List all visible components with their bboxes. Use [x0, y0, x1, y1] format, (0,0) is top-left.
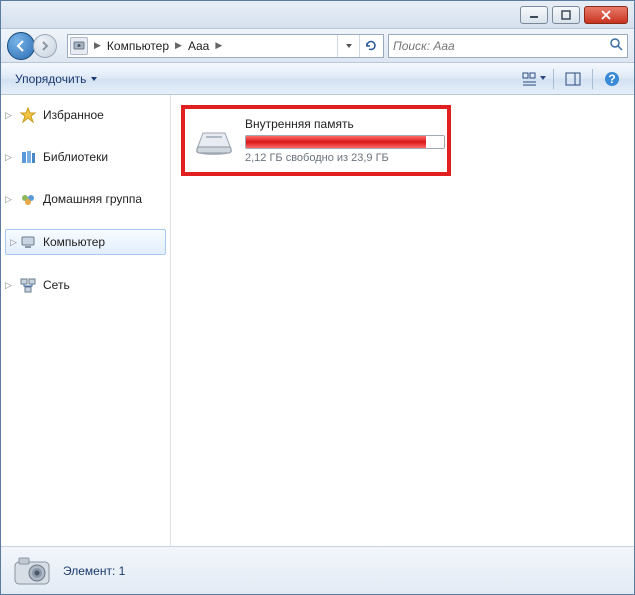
help-icon: ? — [604, 71, 620, 87]
network-icon — [19, 276, 37, 294]
close-icon — [600, 10, 612, 20]
history-dropdown[interactable] — [337, 35, 359, 57]
refresh-button[interactable] — [359, 35, 381, 57]
explorer-window: ▶ Компьютер ▶ Aaa ▶ Упорядочить — [0, 0, 635, 595]
navigation-pane: ▷ Избранное ▷ Библиотеки ▷ — [1, 95, 171, 546]
arrow-right-icon — [39, 40, 51, 52]
address-bar: ▶ Компьютер ▶ Aaa ▶ — [1, 29, 634, 63]
libraries-icon — [19, 148, 37, 166]
homegroup-icon — [19, 190, 37, 208]
device-icon — [70, 37, 88, 55]
camera-icon — [11, 552, 53, 590]
drive-info: Внутренняя память 2,12 ГБ свободно из 23… — [245, 117, 445, 164]
sidebar-label: Сеть — [43, 278, 70, 292]
star-icon — [19, 106, 37, 124]
preview-pane-button[interactable] — [559, 67, 587, 91]
sidebar-label: Домашняя группа — [43, 192, 142, 206]
nav-buttons — [7, 32, 63, 60]
toolbar: Упорядочить ? — [1, 63, 634, 95]
usage-bar — [245, 135, 445, 149]
computer-icon — [19, 233, 37, 251]
disclosure-icon: ▷ — [5, 110, 12, 121]
disclosure-icon: ▷ — [5, 194, 12, 205]
status-bar: Элемент: 1 — [1, 546, 634, 594]
sidebar-item-computer[interactable]: ▷ Компьютер — [5, 229, 166, 255]
disclosure-icon: ▷ — [5, 280, 12, 291]
view-icon — [522, 72, 538, 86]
chevron-right-icon[interactable]: ▶ — [92, 40, 103, 51]
separator — [592, 69, 593, 89]
search-icon — [609, 37, 623, 54]
separator — [553, 69, 554, 89]
maximize-icon — [561, 10, 571, 20]
sidebar-item-favorites[interactable]: ▷ Избранное — [1, 103, 170, 127]
maximize-button[interactable] — [552, 6, 580, 24]
sidebar-item-homegroup[interactable]: ▷ Домашняя группа — [1, 187, 170, 211]
content-area[interactable]: Внутренняя память 2,12 ГБ свободно из 23… — [171, 95, 634, 546]
svg-text:?: ? — [608, 72, 615, 86]
close-button[interactable] — [584, 6, 628, 24]
status-count: Элемент: 1 — [63, 564, 125, 578]
disclosure-icon: ▷ — [10, 237, 17, 248]
minimize-button[interactable] — [520, 6, 548, 24]
arrow-left-icon — [14, 39, 28, 53]
help-button[interactable]: ? — [598, 67, 626, 91]
titlebar — [1, 1, 634, 29]
chevron-right-icon[interactable]: ▶ — [213, 40, 224, 51]
search-box[interactable] — [388, 34, 628, 58]
view-options-button[interactable] — [520, 67, 548, 91]
drive-item[interactable]: Внутренняя память 2,12 ГБ свободно из 23… — [181, 105, 451, 176]
search-input[interactable] — [393, 39, 609, 53]
back-button[interactable] — [7, 32, 35, 60]
forward-button[interactable] — [33, 34, 57, 58]
usage-fill — [246, 136, 426, 148]
organize-button[interactable]: Упорядочить — [9, 68, 104, 90]
breadcrumb-bar[interactable]: ▶ Компьютер ▶ Aaa ▶ — [67, 34, 384, 58]
drive-name: Внутренняя память — [245, 117, 445, 131]
sidebar-label: Избранное — [43, 108, 104, 122]
drive-icon — [193, 125, 235, 157]
chevron-right-icon[interactable]: ▶ — [173, 40, 184, 51]
breadcrumb-folder[interactable]: Aaa — [184, 35, 213, 57]
sidebar-item-network[interactable]: ▷ Сеть — [1, 273, 170, 297]
refresh-icon — [364, 39, 378, 53]
chevron-down-icon — [540, 76, 546, 81]
organize-label: Упорядочить — [15, 72, 86, 86]
breadcrumb-computer[interactable]: Компьютер — [103, 35, 173, 57]
sidebar-item-libraries[interactable]: ▷ Библиотеки — [1, 145, 170, 169]
minimize-icon — [529, 10, 539, 20]
chevron-down-icon — [345, 42, 353, 50]
body: ▷ Избранное ▷ Библиотеки ▷ — [1, 95, 634, 546]
pane-icon — [565, 72, 581, 86]
sidebar-label: Компьютер — [43, 235, 105, 249]
chevron-down-icon — [90, 76, 98, 82]
drive-free-text: 2,12 ГБ свободно из 23,9 ГБ — [245, 152, 445, 164]
sidebar-label: Библиотеки — [43, 150, 108, 164]
disclosure-icon: ▷ — [5, 152, 12, 163]
